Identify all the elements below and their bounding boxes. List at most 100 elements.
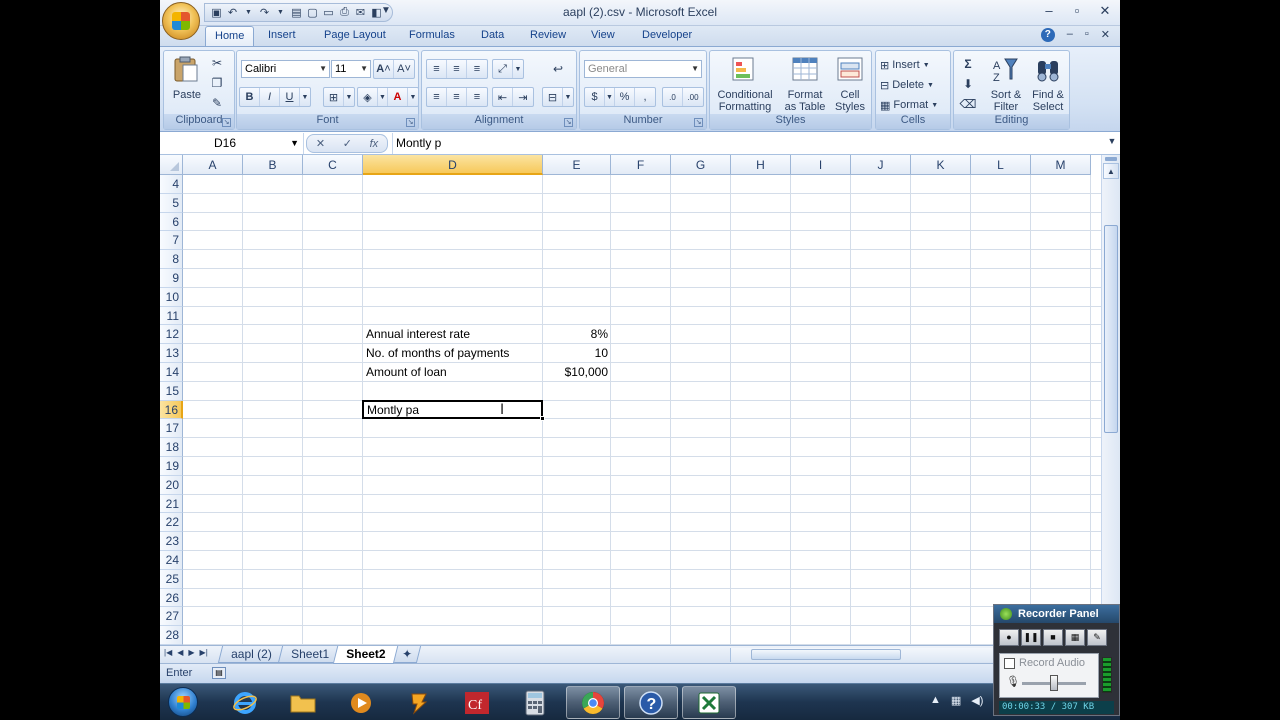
chevron-down-icon[interactable]: ▼ — [563, 88, 573, 106]
tab-home[interactable]: Home — [205, 26, 255, 47]
fill-icon[interactable]: ⬇ — [960, 76, 976, 92]
row-header-12[interactable]: 12 — [160, 325, 183, 345]
row-header-8[interactable]: 8 — [160, 250, 183, 269]
sort-filter-button[interactable]: Sort & Filter — [986, 89, 1026, 113]
cell-e14[interactable]: $10,000 — [543, 363, 611, 381]
screen-select-icon[interactable]: ▦ — [1065, 629, 1085, 646]
format-as-table-button[interactable]: Format as Table — [780, 89, 830, 113]
align-center-icon[interactable]: ≡ — [447, 88, 467, 106]
row-header-10[interactable]: 10 — [160, 287, 183, 307]
cell-e12[interactable]: 8% — [543, 325, 611, 343]
column-header-c[interactable]: C — [303, 155, 363, 175]
taskbar-coldfusion[interactable]: Cf — [450, 686, 504, 719]
horizontal-scroll-thumb[interactable] — [751, 649, 901, 660]
conditional-formatting-button[interactable]: Conditional Formatting — [713, 89, 777, 113]
row-header-16[interactable]: 16 — [160, 400, 183, 420]
taskbar-excel[interactable] — [682, 686, 736, 719]
row-header-5[interactable]: 5 — [160, 193, 183, 213]
chevron-down-icon[interactable]: ▼ — [408, 88, 418, 106]
column-header-l[interactable]: L — [971, 155, 1031, 175]
taskbar-winamp[interactable] — [392, 686, 446, 719]
taskbar-chrome[interactable] — [566, 686, 620, 719]
start-button[interactable] — [168, 687, 198, 717]
fill-handle[interactable] — [540, 416, 545, 422]
increase-indent-icon[interactable]: ⇥ — [513, 88, 533, 106]
macro-record-icon[interactable]: ▤ — [212, 667, 226, 679]
network-icon[interactable]: ▦ — [951, 694, 961, 707]
cell-styles-button[interactable]: Cell Styles — [830, 89, 870, 113]
column-header-g[interactable]: G — [671, 155, 731, 175]
bold-icon[interactable]: B — [240, 88, 260, 106]
row-header-23[interactable]: 23 — [160, 532, 183, 551]
font-size-combo[interactable]: 11 ▼ — [331, 60, 371, 78]
help-icon[interactable]: ? — [1040, 28, 1055, 42]
select-all-button[interactable] — [160, 155, 183, 175]
row-header-20[interactable]: 20 — [160, 475, 183, 495]
column-header-h[interactable]: H — [731, 155, 791, 175]
row-header-28[interactable]: 28 — [160, 626, 183, 645]
taskbar-media-player[interactable] — [334, 686, 388, 719]
stop-icon[interactable]: ■ — [1043, 629, 1063, 646]
chevron-down-icon[interactable]: ▼ — [300, 88, 310, 106]
cell-d12[interactable]: Annual interest rate — [363, 325, 543, 343]
column-header-d[interactable]: D — [363, 155, 543, 175]
autosum-icon[interactable]: Σ — [960, 56, 976, 72]
cell-d14[interactable]: Amount of loan — [363, 363, 543, 381]
column-header-b[interactable]: B — [243, 155, 303, 175]
minimize-icon[interactable]: ‒ — [1042, 3, 1056, 19]
row-header-14[interactable]: 14 — [160, 363, 183, 382]
audio-volume-knob[interactable] — [1050, 675, 1058, 691]
format-cells-button[interactable]: ▦ Format ▼ — [880, 96, 938, 114]
record-icon[interactable]: ● — [999, 629, 1019, 646]
column-header-i[interactable]: I — [791, 155, 851, 175]
tab-review[interactable]: Review — [530, 29, 566, 41]
tray-expand-icon[interactable]: ▲ — [930, 694, 941, 707]
format-painter-icon[interactable]: ✎ — [209, 95, 225, 111]
underline-icon[interactable]: U — [280, 88, 300, 106]
row-header-26[interactable]: 26 — [160, 588, 183, 608]
column-header-j[interactable]: J — [851, 155, 911, 175]
chevron-down-icon[interactable]: ▼ — [513, 60, 523, 78]
tab-formulas[interactable]: Formulas — [409, 29, 455, 41]
align-left-icon[interactable]: ≡ — [427, 88, 447, 106]
tab-page-layout[interactable]: Page Layout — [324, 29, 386, 41]
merge-center-icon[interactable]: ⊟ — [543, 88, 563, 106]
row-header-13[interactable]: 13 — [160, 344, 183, 363]
taskbar-internet-explorer[interactable] — [218, 686, 272, 719]
tab-insert[interactable]: Insert — [268, 29, 296, 41]
row-header-22[interactable]: 22 — [160, 513, 183, 533]
next-sheet-icon[interactable]: ▶ — [188, 648, 194, 657]
ribbon-minimize-icon[interactable]: ‒ — [1067, 28, 1073, 42]
wrap-text-icon[interactable]: ↩ — [550, 61, 566, 77]
split-handle-icon[interactable] — [1105, 157, 1117, 161]
clipboard-launcher-icon[interactable]: ↘ — [222, 118, 231, 127]
row-header-7[interactable]: 7 — [160, 231, 183, 251]
shrink-font-icon[interactable]: A˅ — [394, 60, 414, 78]
cut-icon[interactable]: ✂ — [209, 55, 225, 71]
decrease-indent-icon[interactable]: ⇤ — [493, 88, 513, 106]
comma-icon[interactable]: , — [635, 88, 655, 106]
increase-decimal-icon[interactable]: .0 — [663, 88, 683, 106]
row-header-6[interactable]: 6 — [160, 212, 183, 232]
cell-d13[interactable]: No. of months of payments — [363, 344, 543, 362]
record-audio-checkbox[interactable] — [1004, 658, 1015, 669]
scroll-up-icon[interactable]: ▲ — [1103, 163, 1119, 179]
prev-sheet-icon[interactable]: ◀ — [177, 648, 183, 657]
cell-e13[interactable]: 10 — [543, 344, 611, 362]
cancel-entry-icon[interactable]: ✕ — [316, 137, 325, 150]
chevron-down-icon[interactable]: ▼ — [290, 138, 299, 148]
paste-icon[interactable] — [171, 55, 201, 85]
font-color-icon[interactable]: A — [388, 88, 408, 106]
tab-developer[interactable]: Developer — [642, 29, 692, 41]
currency-icon[interactable]: $ — [585, 88, 605, 106]
align-right-icon[interactable]: ≡ — [467, 88, 487, 106]
percent-icon[interactable]: % — [615, 88, 635, 106]
pause-icon[interactable]: ❚❚ — [1021, 629, 1041, 646]
tab-data[interactable]: Data — [481, 29, 504, 41]
active-cell[interactable]: Montly pa — [362, 399, 545, 422]
decrease-decimal-icon[interactable]: .00 — [683, 88, 703, 106]
tab-view[interactable]: View — [591, 29, 615, 41]
row-header-21[interactable]: 21 — [160, 494, 183, 514]
row-header-19[interactable]: 19 — [160, 457, 183, 476]
delete-cells-button[interactable]: ⊟ Delete ▼ — [880, 76, 934, 94]
